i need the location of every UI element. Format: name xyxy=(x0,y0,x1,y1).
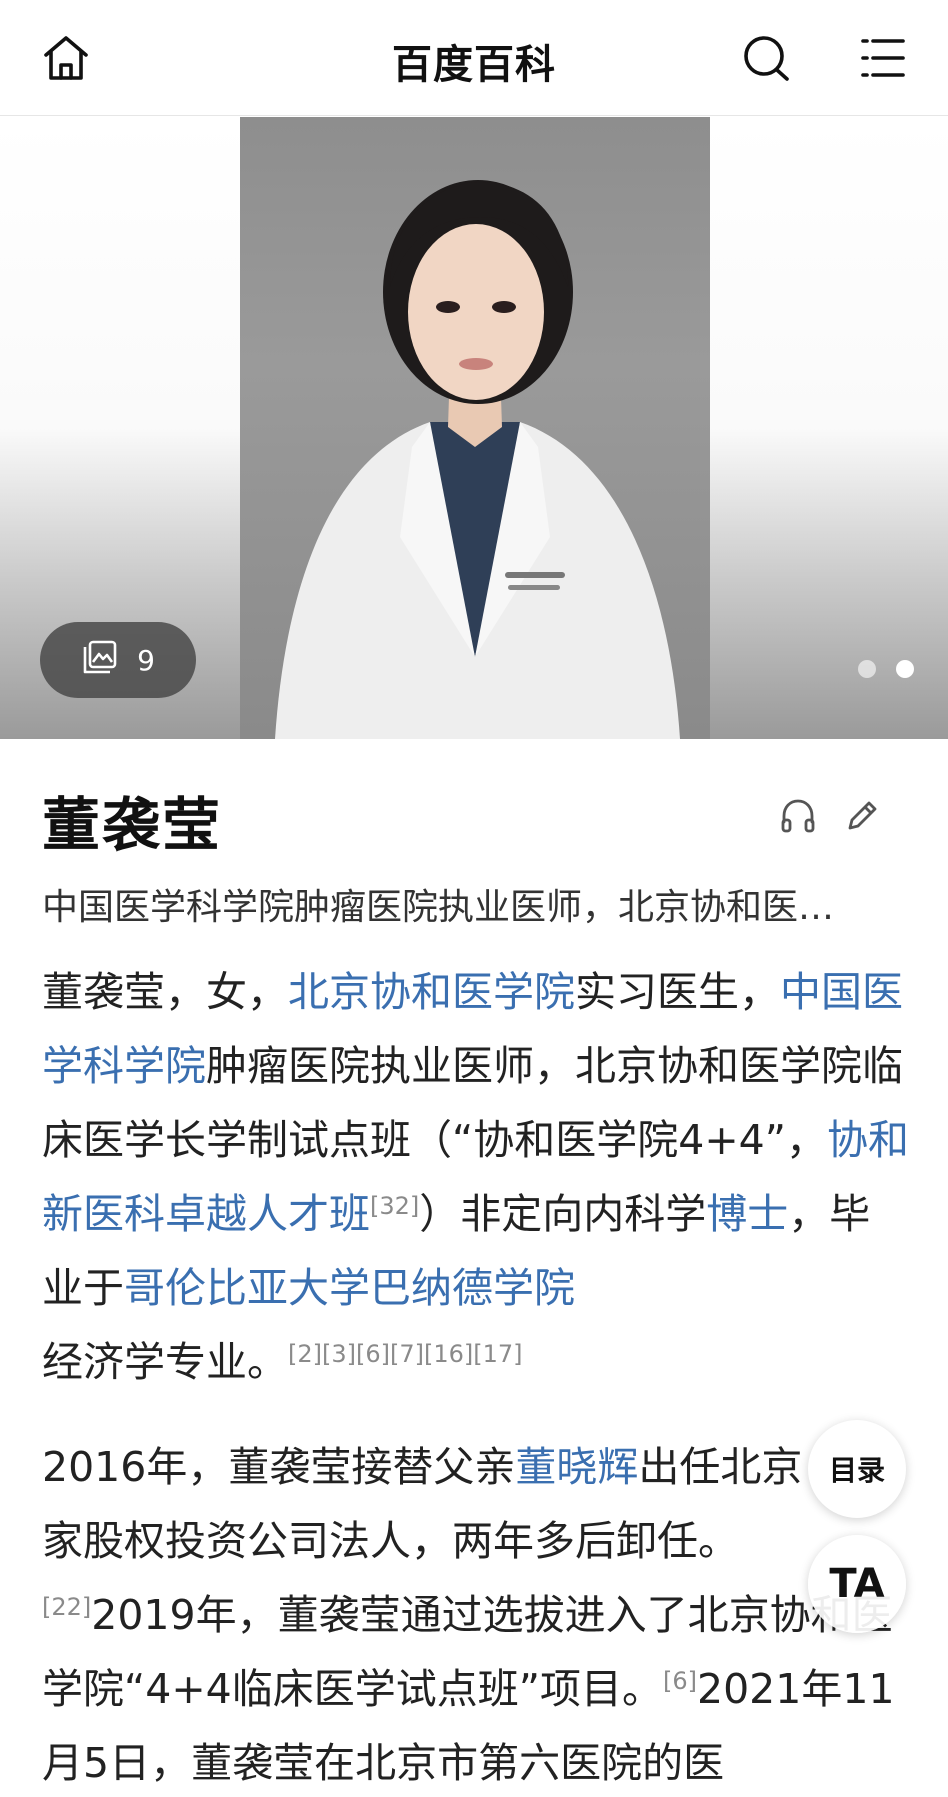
article-paragraph-1: 董袭莹，女，北京协和医学院实习医生，中国医学科学院肿瘤医院执业医师，北京协和医学… xyxy=(42,955,910,1399)
paragraph-text: 董袭莹，女， xyxy=(42,968,288,1016)
table-of-contents-button[interactable]: 目录 xyxy=(808,1420,906,1518)
reference-marker[interactable]: [32] xyxy=(370,1192,419,1220)
search-icon[interactable] xyxy=(738,30,794,86)
page-indicator xyxy=(858,660,914,678)
link-pumc[interactable]: 北京协和医学院 xyxy=(288,968,575,1016)
link-dong-xiaohui[interactable]: 董晓辉 xyxy=(515,1443,638,1491)
menu-icon[interactable] xyxy=(855,30,911,86)
gallery-count-button[interactable]: 9 xyxy=(40,622,196,698)
paragraph-text: 2016年，董袭莹接替父亲 xyxy=(42,1443,516,1491)
article-summary: 中国医学科学院肿瘤医院执业医师，北京协和医… xyxy=(42,887,835,928)
site-title: 百度百科 xyxy=(392,42,556,88)
gallery-count: 9 xyxy=(137,643,155,677)
portrait-photo[interactable] xyxy=(240,117,710,739)
image-gallery-icon xyxy=(81,638,119,683)
reference-marker[interactable]: [2][3][6][7][16][17] xyxy=(288,1340,523,1368)
reference-marker[interactable]: [22] xyxy=(42,1593,91,1621)
headphones-icon[interactable] xyxy=(772,790,824,842)
paragraph-text: 经济学专业。 xyxy=(42,1338,288,1386)
page-dot[interactable] xyxy=(858,660,876,678)
link-doctor[interactable]: 博士 xyxy=(706,1190,788,1238)
paragraph-text: ）非定向内科学 xyxy=(419,1190,707,1238)
reference-marker[interactable]: [6] xyxy=(663,1667,697,1695)
paragraph-text: 家股权投资公司法人，两年多后卸任。 xyxy=(42,1517,739,1565)
article-paragraph-2: 2016年，董袭莹接替父亲董晓辉出任北京家股权投资公司法人，两年多后卸任。 [22… xyxy=(42,1430,910,1797)
link-barnard[interactable]: 哥伦比亚大学巴纳德学院 xyxy=(124,1264,575,1312)
image-gallery[interactable]: 9 xyxy=(0,117,948,739)
paragraph-text: 出任北京 xyxy=(638,1443,803,1491)
article-title: 董袭莹 xyxy=(42,791,223,859)
paragraph-text: 实习医生， xyxy=(575,968,780,1016)
page-dot-active[interactable] xyxy=(896,660,914,678)
ta-button[interactable]: TA xyxy=(808,1535,906,1633)
edit-pencil-icon[interactable] xyxy=(836,790,888,842)
top-bar: 百度百科 xyxy=(0,0,948,116)
